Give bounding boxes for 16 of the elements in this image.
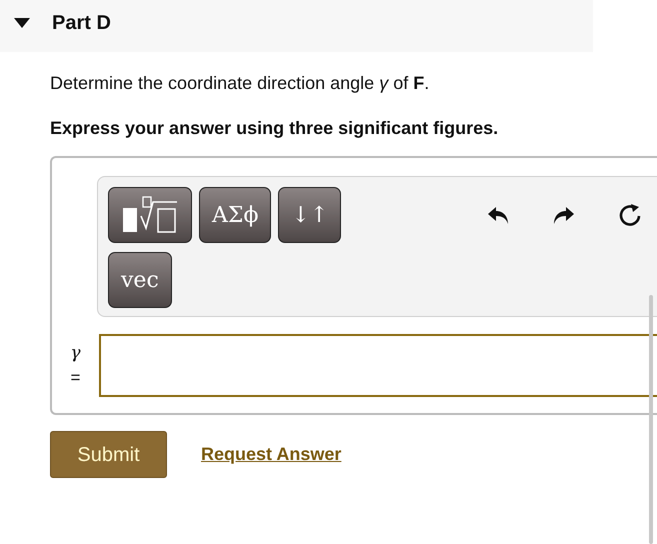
submit-button[interactable]: Submit	[50, 431, 167, 478]
symbol-button[interactable]: ↓↑	[278, 187, 342, 243]
equals-sign: =	[70, 366, 80, 388]
collapse-caret-icon[interactable]	[14, 18, 30, 28]
templates-icon	[121, 196, 179, 234]
answer-field[interactable]	[99, 334, 657, 397]
variable-label: γ	[70, 342, 81, 365]
part-title: Part D	[52, 11, 111, 36]
templates-button[interactable]	[108, 187, 192, 243]
instruction-text: Express your answer using three significant figures.	[50, 117, 500, 140]
request-answer-link[interactable]: Request Answer	[201, 441, 342, 468]
scrollbar[interactable]	[649, 295, 653, 544]
symbol-button[interactable]: vec	[108, 252, 172, 308]
symbol-button[interactable]: ΑΣϕ	[199, 187, 272, 243]
reset-icon[interactable]	[618, 203, 642, 227]
question-text: Determine the coordinate direction angle γ of F.	[50, 72, 430, 95]
